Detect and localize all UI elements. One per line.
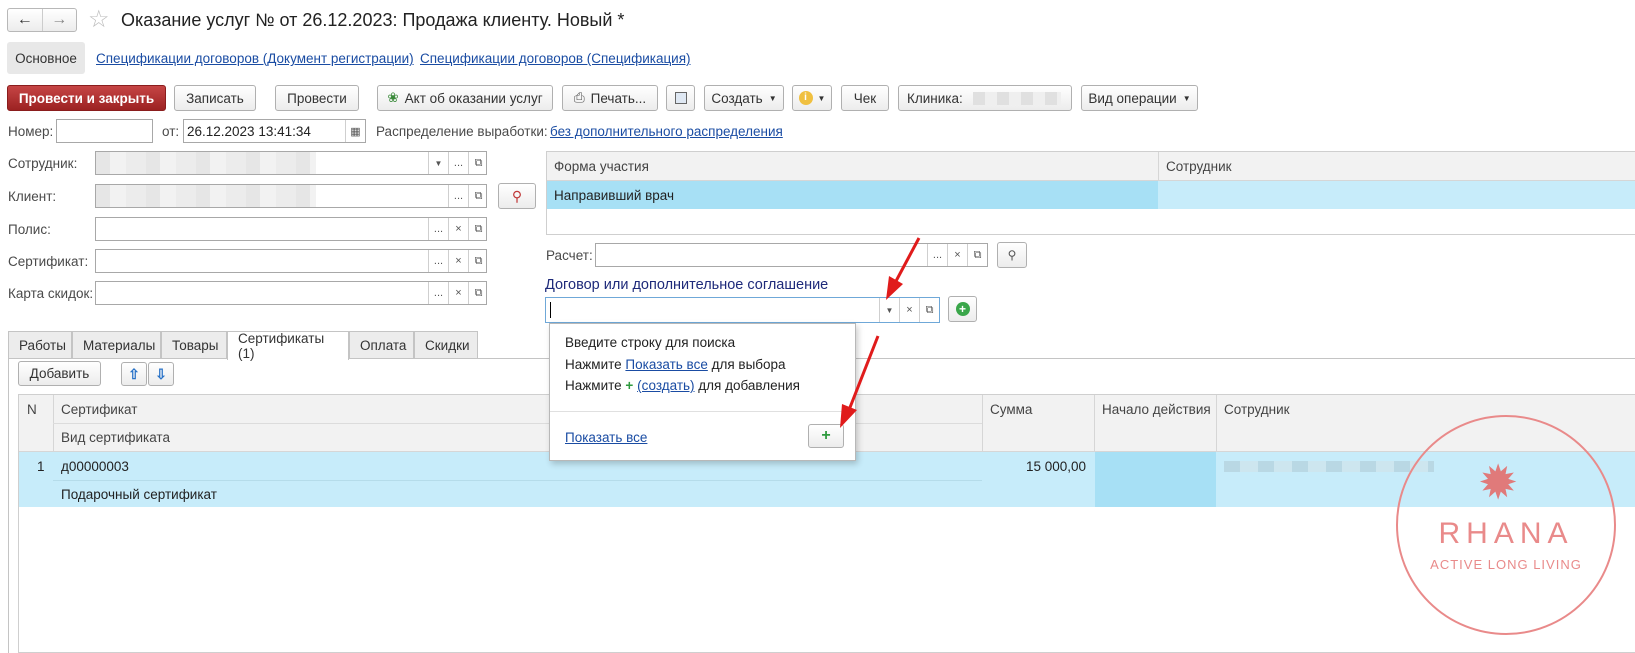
annotation-arrows [840,237,921,428]
watermark-tagline: ACTIVE LONG LIVING [1430,557,1582,572]
annotation-arrow-create [840,335,880,428]
annotation-arrow-dropdown [886,237,921,300]
watermark-brand: RHANA [1438,517,1574,550]
watermark-logo: ✹ RHANA ACTIVE LONG LIVING [1396,415,1616,635]
virus-logo-icon: ✹ [1478,457,1519,510]
